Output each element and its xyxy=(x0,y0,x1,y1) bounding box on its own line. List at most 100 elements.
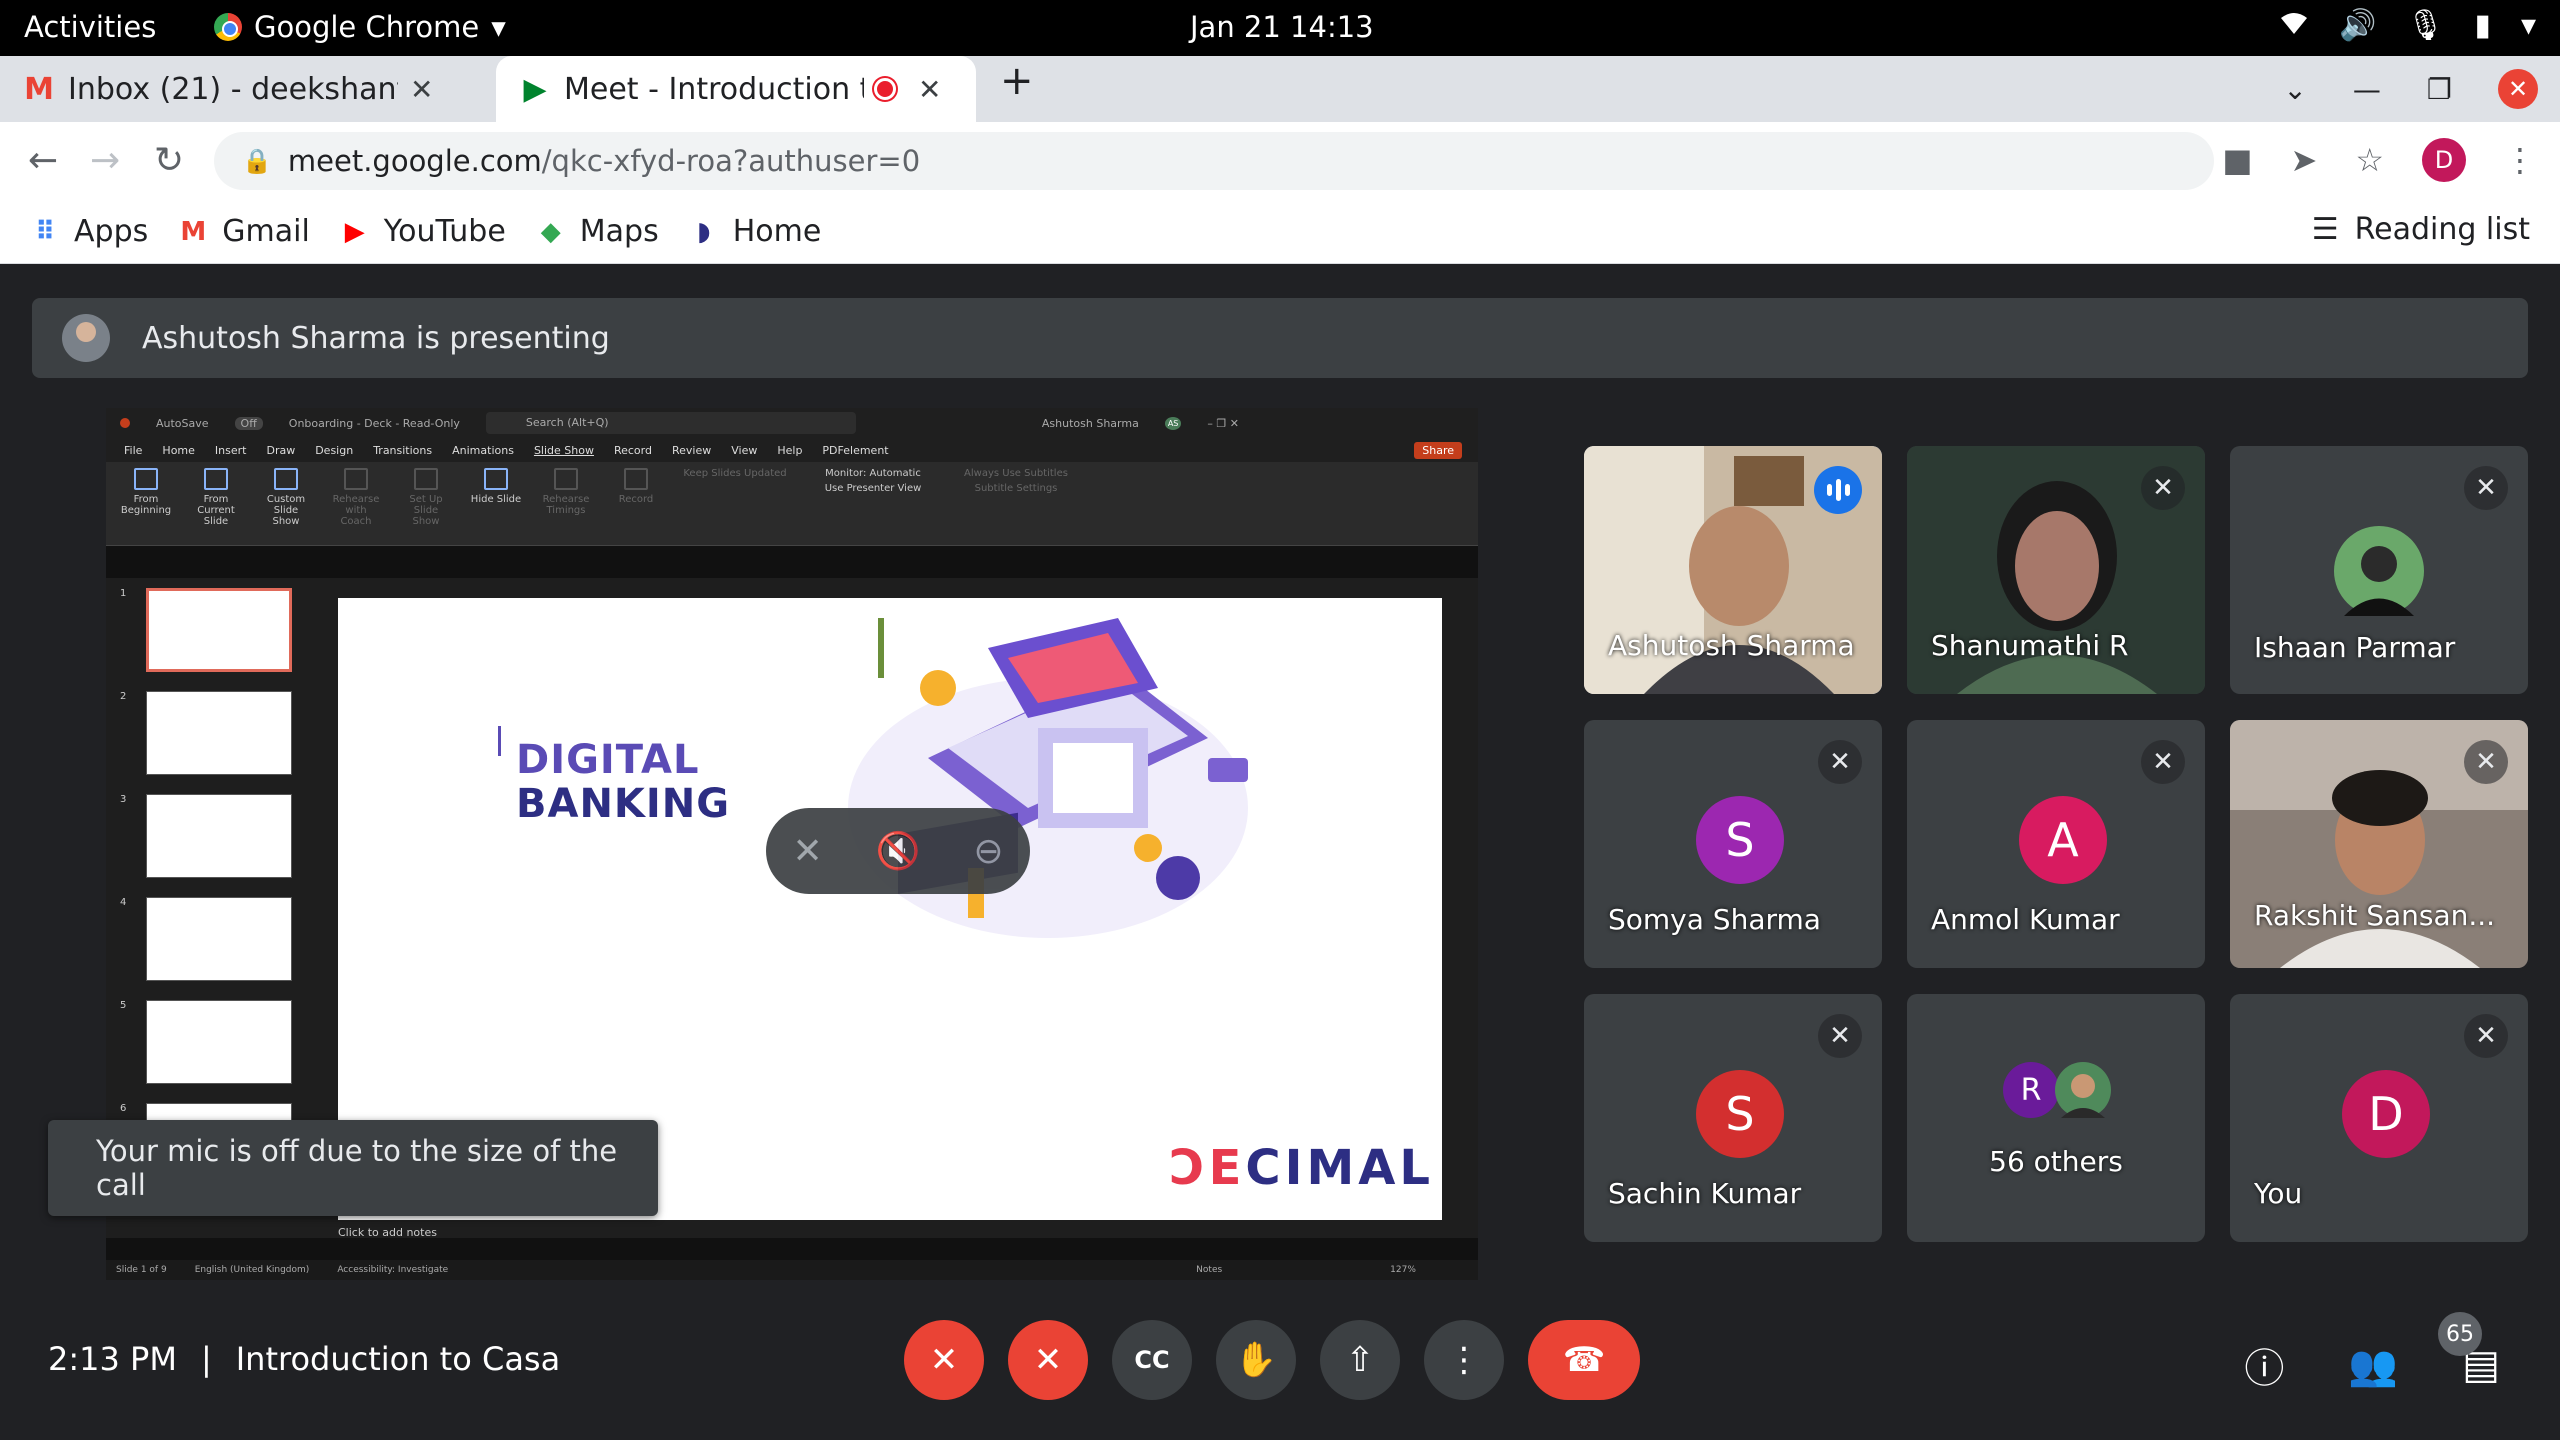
recording-icon xyxy=(874,78,896,100)
meet-icon: ▶ xyxy=(523,71,547,107)
ppt-menu-item: Insert xyxy=(214,443,247,457)
ribbon-record: Record xyxy=(610,468,662,539)
pin-icon[interactable]: ✕ xyxy=(792,831,822,872)
app-menu[interactable]: Google Chrome ▾ xyxy=(214,10,506,44)
raise-hand-button[interactable]: ✋ xyxy=(1216,1320,1296,1400)
bookmark-apps[interactable]: ⠿ Apps xyxy=(30,214,148,249)
bookmark-home[interactable]: ◗ Home xyxy=(689,214,821,249)
ppt-user-avatar: AS xyxy=(1164,416,1182,430)
participant-avatar xyxy=(2055,1062,2111,1118)
system-clock[interactable]: Jan 21 14:13 xyxy=(1190,10,1374,44)
mic-off-icon: ✕ xyxy=(2141,466,2185,510)
chrome-menu-icon[interactable]: ⋮ xyxy=(2504,141,2536,179)
participant-tile[interactable]: ✕ Rakshit Sansan... xyxy=(2230,720,2528,968)
tab-gmail[interactable]: M Inbox (21) - deekshant.singh ✕ xyxy=(0,56,490,122)
others-tile[interactable]: R 56 others xyxy=(1907,994,2205,1242)
participant-tile[interactable]: A ✕ Anmol Kumar xyxy=(1907,720,2205,968)
self-tile[interactable]: D ✕ You xyxy=(2230,994,2528,1242)
mic-toggle-button[interactable]: ✕ xyxy=(904,1320,984,1400)
participant-tile[interactable]: ✕ Ishaan Parmar xyxy=(2230,446,2528,694)
chevron-down-icon: ▾ xyxy=(491,10,506,44)
participant-initial: A xyxy=(2019,796,2107,884)
bookmark-maps[interactable]: ◆ Maps xyxy=(536,214,659,249)
ppt-menu-item: View xyxy=(731,443,758,457)
participant-name: Somya Sharma xyxy=(1608,903,1821,936)
volume-icon: 🔊 xyxy=(2338,8,2377,43)
back-button[interactable]: ← xyxy=(28,140,58,181)
close-icon[interactable]: ✕ xyxy=(918,73,941,106)
battery-icon: ▮ xyxy=(2474,8,2491,43)
mic-off-icon: ✕ xyxy=(2141,740,2185,784)
tile-overlay-controls[interactable]: ✕ 🔇 ⊖ xyxy=(766,808,1030,894)
meeting-details: 2:13 PM | Introduction to Casa xyxy=(48,1340,560,1378)
camera-toggle-button[interactable]: ✕ xyxy=(1008,1320,1088,1400)
participant-tile[interactable]: ✕ Shanumathi R xyxy=(1907,446,2205,694)
participant-tile[interactable]: S ✕ Somya Sharma xyxy=(1584,720,1882,968)
more-options-button[interactable]: ⋮ xyxy=(1424,1320,1504,1400)
gmail-icon: M xyxy=(24,71,54,107)
bookmark-youtube[interactable]: ▶ YouTube xyxy=(340,214,506,249)
new-tab-button[interactable]: + xyxy=(1000,58,1034,104)
ppt-menu-item: Review xyxy=(671,443,712,457)
toolbar: ← → ↻ 🔒 meet.google.com /qkc-xfyd-roa?au… xyxy=(0,122,2560,200)
participant-count-badge: 65 xyxy=(2438,1312,2482,1356)
people-icon[interactable]: 👥 xyxy=(2348,1342,2398,1389)
window-close-button[interactable]: ✕ xyxy=(2498,69,2538,109)
remove-icon[interactable]: ⊖ xyxy=(973,831,1003,872)
tab-meet[interactable]: ▶ Meet - Introduction to Casa ✕ xyxy=(496,56,976,122)
send-tab-icon[interactable]: ➤ xyxy=(2291,141,2318,179)
ppt-menu-item: Draw xyxy=(266,443,296,457)
apps-icon: ⠿ xyxy=(34,216,56,247)
meeting-time: 2:13 PM xyxy=(48,1340,177,1378)
slide-accent-bar xyxy=(498,726,501,756)
ribbon-custom-show: Custom Slide Show xyxy=(260,468,312,539)
bookmark-star-icon[interactable]: ☆ xyxy=(2355,141,2384,179)
ribbon-subtitles: Always Use Subtitles Subtitle Settings xyxy=(964,468,1068,494)
close-icon[interactable]: ✕ xyxy=(410,73,433,106)
minimize-button[interactable]: — xyxy=(2353,73,2381,106)
system-tray[interactable]: 🔊 🎙 ▮ ▾ xyxy=(2279,8,2536,46)
restore-button[interactable]: ❐ xyxy=(2427,73,2452,106)
ppt-ribbon: From Beginning From Current Slide Custom… xyxy=(106,462,1478,546)
ribbon-hide-slide: Hide Slide xyxy=(470,468,522,539)
reading-list-button[interactable]: ☰ Reading list xyxy=(2312,212,2530,247)
participant-name: Ishaan Parmar xyxy=(2254,631,2456,664)
ribbon-rehearse-timings: Rehearse Timings xyxy=(540,468,592,539)
meeting-info-icon[interactable]: ⓘ xyxy=(2244,1336,2284,1394)
present-now-button[interactable]: ⇧ xyxy=(1320,1320,1400,1400)
participant-tile[interactable]: S ✕ Sachin Kumar xyxy=(1584,994,1882,1242)
ppt-menu-item: Record xyxy=(613,443,652,457)
others-count: 56 others xyxy=(1989,1145,2123,1178)
captions-button[interactable]: CC xyxy=(1112,1320,1192,1400)
tab-title: Meet - Introduction to Casa xyxy=(564,71,864,107)
bookmark-gmail[interactable]: M Gmail xyxy=(178,214,309,249)
ppt-autosave: AutoSave xyxy=(156,416,209,430)
slide-thumb: 5 xyxy=(114,1000,294,1088)
ppt-title-bar: AutoSave Off Onboarding - Deck - Read-On… xyxy=(106,408,1478,438)
activities-button[interactable]: Activities xyxy=(24,10,156,44)
reload-button[interactable]: ↻ xyxy=(154,140,184,181)
decimal-logo: ƆECIMAL xyxy=(1169,1140,1434,1196)
mute-audio-icon[interactable]: 🔇 xyxy=(876,830,921,872)
participant-tile[interactable]: Ashutosh Sharma xyxy=(1584,446,1882,694)
chrome-icon xyxy=(214,13,242,41)
ppt-filename: Onboarding - Deck - Read-Only xyxy=(288,416,460,430)
os-top-bar: Activities Google Chrome ▾ Jan 21 14:13 … xyxy=(0,0,2560,56)
mic-off-icon: ✕ xyxy=(2464,740,2508,784)
slide-thumb: 2 xyxy=(114,691,294,779)
url-path: /qkc-xfyd-roa?authuser=0 xyxy=(541,144,921,178)
ppt-share-button: Share xyxy=(1414,441,1462,459)
lock-icon[interactable]: 🔒 xyxy=(242,147,272,175)
chevron-down-icon: ▾ xyxy=(2520,8,2536,43)
meeting-title: Introduction to Casa xyxy=(235,1340,561,1378)
leave-call-button[interactable]: ☎ xyxy=(1528,1320,1640,1400)
address-bar[interactable]: 🔒 meet.google.com /qkc-xfyd-roa?authuser… xyxy=(214,132,2214,190)
camera-in-use-icon[interactable]: ■ xyxy=(2222,141,2252,179)
participant-name: Anmol Kumar xyxy=(1931,903,2120,936)
tab-search-icon[interactable]: ⌄ xyxy=(2283,73,2306,106)
mic-off-icon: ✕ xyxy=(1818,1014,1862,1058)
ppt-menu-item: File xyxy=(124,443,143,457)
slide-thumb: 1 xyxy=(114,588,294,676)
profile-avatar[interactable]: D xyxy=(2422,138,2466,182)
forward-button[interactable]: → xyxy=(90,140,120,181)
